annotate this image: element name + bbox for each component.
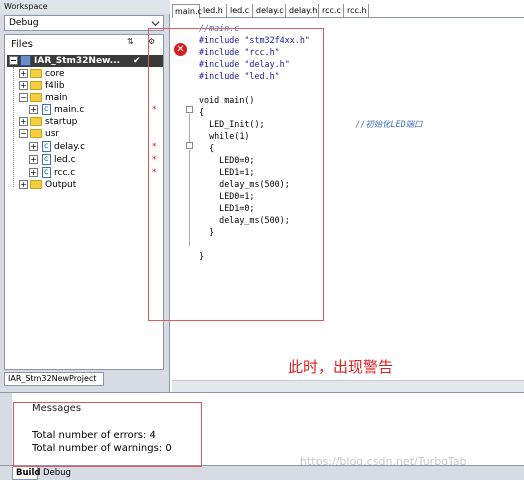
configuration-value: Debug [9,18,39,28]
folder-icon [30,93,42,102]
tree-item-startup[interactable]: + startup [17,116,163,128]
tree-item-f4lib[interactable]: + f4lib [17,80,163,92]
tab-rcc-c[interactable]: rcc.c [320,4,344,18]
collapse-icon[interactable]: − [9,56,18,65]
expand-icon[interactable]: + [29,155,38,164]
folder-icon [30,180,42,189]
project-icon [20,55,31,66]
expand-icon[interactable]: + [19,180,28,189]
collapse-icon[interactable]: − [19,129,28,138]
files-header: Files ⇅ ⚙ [5,35,163,53]
configuration-select[interactable]: Debug [4,15,164,31]
file-tree[interactable]: Files ⇅ ⚙ − IAR_Stm32New... ✔ + core + f… [4,34,164,370]
messages-tab-bar: Build Debug Log [0,465,524,480]
tab-rcc-h[interactable]: rcc.h [345,4,369,18]
code-comment: //初始化LED端口 [355,119,423,129]
expand-icon[interactable]: + [19,117,28,126]
tree-item-label: Output [45,180,77,190]
expand-icon[interactable]: + [29,142,38,151]
expand-icon[interactable]: + [29,168,38,177]
highlight-box [148,28,324,321]
folder-icon [30,117,42,126]
tab-led-c[interactable]: led.c [228,4,253,18]
tab-build[interactable]: Build [12,467,40,480]
tree-item-delay-c[interactable]: + delay.c * [27,140,163,153]
expand-icon[interactable]: + [19,81,28,90]
tree-item-rcc-c[interactable]: + rcc.c * [27,166,163,179]
tree-item-label: led.c [54,155,76,165]
workspace-panel: Workspace Debug Files ⇅ ⚙ − IAR_Stm32New… [0,0,170,392]
tree-item-usr[interactable]: − usr [17,128,163,140]
horizontal-scrollbar[interactable] [172,380,524,392]
expand-icon[interactable]: + [19,69,28,78]
tab-debug-log[interactable]: Debug Log [40,467,84,480]
tab-delay-c[interactable]: delay.c [254,4,286,18]
files-header-label: Files [11,39,33,50]
sort-icon[interactable]: ⇅ [127,37,139,49]
c-file-icon [42,140,51,152]
expand-icon[interactable]: + [29,105,38,114]
messages-side-bar [0,393,12,465]
checkmark-icon: ✔ [133,56,141,66]
tree-item-main[interactable]: − main [17,92,163,104]
tree-item-project[interactable]: − IAR_Stm32New... ✔ [7,55,163,67]
editor-tab-bar: main.c led.h led.c delay.c delay.h rcc.c… [172,4,524,18]
tab-main-c[interactable]: main.c [172,4,202,18]
tree-item-label: f4lib [45,81,65,91]
tree-item-label: core [45,69,65,79]
tab-led-h[interactable]: led.h [201,4,227,18]
tree-item-output[interactable]: + Output [17,179,163,191]
tree-item-label: delay.c [54,142,86,152]
tree-item-main-c[interactable]: + main.c * [27,103,163,116]
tree-guide-line [13,67,14,187]
tree-item-core[interactable]: + core [17,68,163,80]
tree-item-label: usr [45,129,60,139]
tree-item-label: rcc.c [54,168,76,178]
annotation-note: 此时，出现警告 [288,358,394,376]
tab-project[interactable]: IAR_Stm32NewProject [4,372,104,386]
tree-item-label: main.c [54,105,85,115]
tree-item-label: IAR_Stm32New... [34,56,121,66]
workspace-title: Workspace [0,0,170,14]
folder-icon [30,69,42,78]
folder-icon [30,129,42,138]
folder-icon [30,81,42,90]
highlight-box [13,402,202,467]
collapse-icon[interactable]: − [19,93,28,102]
c-file-icon [42,153,51,165]
tab-delay-h[interactable]: delay.h [287,4,319,18]
tree-item-led-c[interactable]: + led.c * [27,153,163,166]
c-file-icon [42,103,51,115]
tree-item-label: startup [45,117,78,127]
chevron-down-icon[interactable] [151,19,160,28]
c-file-icon [42,166,51,178]
